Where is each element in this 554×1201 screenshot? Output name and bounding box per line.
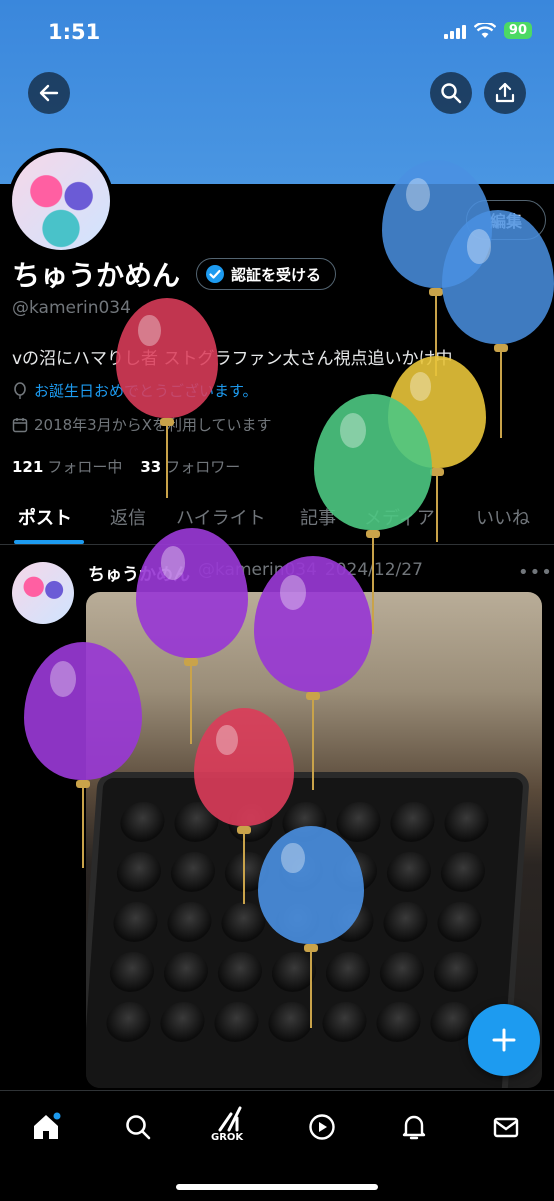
profile-avatar[interactable] <box>8 148 114 254</box>
balloon-string <box>436 476 438 542</box>
balloon-knot <box>76 780 90 788</box>
back-button[interactable] <box>28 72 70 114</box>
battery-indicator: 90 <box>503 22 532 39</box>
balloon-blue <box>442 210 554 344</box>
grok-icon <box>218 1106 242 1132</box>
balloon-string <box>312 700 314 790</box>
balloon-knot <box>304 944 318 952</box>
following-count: 121 <box>12 458 44 476</box>
tab-likes[interactable]: いいね <box>476 504 530 530</box>
following-link[interactable]: 121 フォロー中 <box>12 456 122 477</box>
signal-icon <box>443 23 466 39</box>
balloon-red <box>116 298 218 418</box>
balloon-knot <box>160 418 174 426</box>
balloon-purple <box>136 528 248 658</box>
balloon-string <box>500 352 502 438</box>
get-verified-button[interactable]: 認証を受ける <box>196 258 337 290</box>
balloon-purple <box>254 556 372 692</box>
grok-label: GROK <box>211 1132 244 1143</box>
balloon-knot <box>494 344 508 352</box>
balloon-red <box>194 708 294 826</box>
plus-icon <box>492 1028 516 1052</box>
balloon-knot <box>306 692 320 700</box>
nav-search[interactable] <box>118 1107 158 1147</box>
profile-display-name: ちゅうかめん <box>12 259 181 292</box>
profile-bio: vの沼にハマりし者 ストグラファン太さん視点追いかけ中 <box>12 349 453 369</box>
nav-notifications[interactable] <box>394 1107 434 1147</box>
following-label: フォロー中 <box>47 458 123 476</box>
joined-row: 2018年3月からXを利用しています <box>12 414 272 435</box>
search-button[interactable] <box>430 72 472 114</box>
get-verified-label: 認証を受ける <box>231 265 322 284</box>
more-icon[interactable]: ••• <box>518 562 553 583</box>
search-icon <box>441 83 462 104</box>
post-author-avatar[interactable] <box>12 562 74 624</box>
active-tab-indicator <box>14 540 84 544</box>
video-icon <box>309 1114 335 1140</box>
balloon-knot <box>237 826 251 834</box>
balloon-knot <box>366 530 380 538</box>
balloon-knot <box>184 658 198 666</box>
share-button[interactable] <box>484 72 526 114</box>
status-icons: 90 <box>443 22 532 39</box>
nav-messages[interactable] <box>486 1107 526 1147</box>
status-time: 1:51 <box>48 20 101 44</box>
balloon-blue <box>258 826 364 944</box>
balloon-string <box>243 834 245 904</box>
balloon-green <box>314 394 432 530</box>
balloon-string <box>82 788 84 868</box>
verified-badge-icon <box>206 265 224 283</box>
tab-replies[interactable]: 返信 <box>110 504 146 530</box>
bell-icon <box>402 1115 426 1140</box>
joined-date: 2018年3月からXを利用しています <box>34 416 272 434</box>
balloon-string <box>166 426 168 498</box>
nav-home[interactable] <box>26 1107 66 1147</box>
profile-tabs: ポスト 返信 ハイライト 記事 メディア いいね <box>0 494 554 545</box>
search-icon <box>126 1115 151 1140</box>
share-icon <box>495 82 515 103</box>
balloon-knot <box>430 468 444 476</box>
balloon-string <box>190 666 192 744</box>
mail-icon <box>493 1117 519 1138</box>
home-indicator <box>176 1184 378 1190</box>
balloon-knot <box>429 288 443 296</box>
followers-label: フォロワー <box>165 458 241 476</box>
profile-handle: @kamerin034 <box>12 298 131 318</box>
compose-button[interactable] <box>468 1004 540 1076</box>
wifi-icon <box>473 22 496 38</box>
calendar-icon <box>12 417 28 432</box>
followers-count: 33 <box>140 458 162 476</box>
tab-posts[interactable]: ポスト <box>18 504 72 530</box>
home-icon <box>34 1112 61 1139</box>
follow-stats: 121 フォロー中 33 フォロワー <box>12 456 240 477</box>
back-icon <box>39 84 59 102</box>
followers-link[interactable]: 33 フォロワー <box>140 456 240 477</box>
nav-video[interactable] <box>302 1107 342 1147</box>
tab-highlights[interactable]: ハイライト <box>176 504 266 530</box>
balloon-string <box>372 538 374 634</box>
balloon-icon <box>14 381 26 399</box>
balloon-string <box>310 952 312 1028</box>
